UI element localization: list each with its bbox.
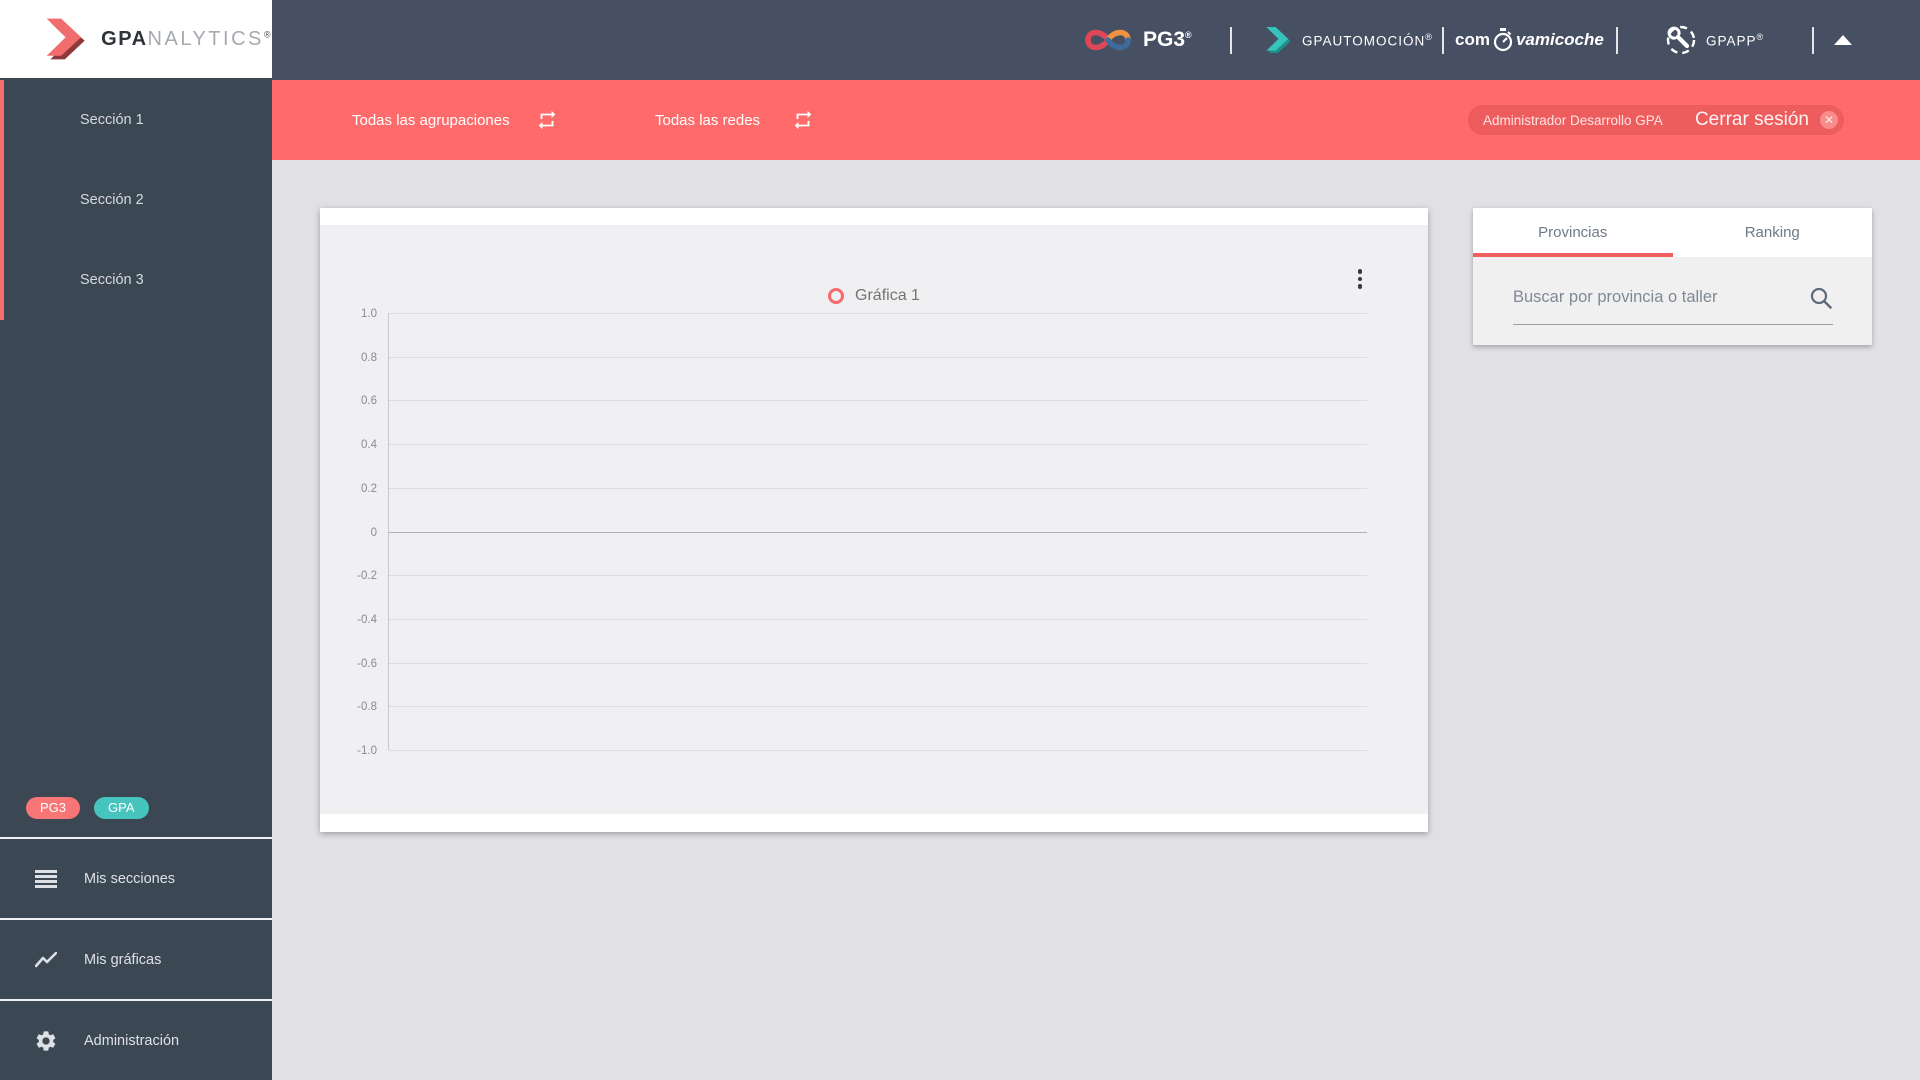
comovamicoche-prefix: com xyxy=(1455,30,1490,49)
y-axis-tick-label: 0 xyxy=(370,526,377,539)
sidebar-item-administracion[interactable]: Administración xyxy=(0,999,272,1080)
gpanalytics-logo-icon xyxy=(46,18,85,60)
menu-item-label: Mis secciones xyxy=(84,870,176,887)
user-session-chip: Administrador Desarrollo GPA Cerrar sesi… xyxy=(1468,105,1844,135)
gridline: -0.6 xyxy=(357,658,1367,670)
sidebar-item-label: Sección 2 xyxy=(80,192,144,208)
legend-label: Gráfica 1 xyxy=(855,287,920,304)
pg3-logo: PG3® xyxy=(1082,0,1192,80)
sidebar-item-label: Sección 3 xyxy=(80,272,144,288)
list-icon xyxy=(34,867,58,891)
gridline: -1.0 xyxy=(357,745,1367,757)
gridline: -0.8 xyxy=(357,701,1367,713)
y-axis-tick-label: -0.2 xyxy=(357,570,377,583)
gpapp-logo: GPAPP® xyxy=(1664,0,1764,80)
sidebar-item-label: Sección 1 xyxy=(80,112,144,128)
chart-plot-area: 1.0 0.8 0.6 0.4 0.2 0 -0.2 -0.4 -0.6 -0.8 -1.0 xyxy=(357,308,1367,757)
menu-item-label: Administración xyxy=(84,1032,180,1049)
pg3-label: PG3® xyxy=(1143,28,1192,51)
sidebar-item-seccion-1[interactable]: Sección 1 xyxy=(0,80,272,160)
pg3-infinity-icon xyxy=(1085,29,1131,51)
topbar-divider xyxy=(1442,27,1444,54)
gpautomocion-logo: GPAUTOMOCIÓN® xyxy=(1264,0,1433,80)
line-chart-icon xyxy=(34,948,58,972)
top-header-bar: PG3® GPAUTOMOCIÓN® com vamicoche GPAPP® xyxy=(272,0,1920,80)
y-axis-tick-label: 0.8 xyxy=(361,351,377,364)
networks-filter[interactable]: Todas las redes xyxy=(655,80,760,160)
gridline: -0.4 xyxy=(357,614,1367,626)
gpautomocion-label: GPAUTOMOCIÓN® xyxy=(1302,31,1433,49)
sidebar-item-mis-graficas[interactable]: Mis gráficas xyxy=(0,918,272,999)
tab-ranking[interactable]: Ranking xyxy=(1673,208,1873,257)
topbar-divider xyxy=(1812,27,1814,54)
sidebar-menu: Mis secciones Mis gráficas Administració… xyxy=(0,837,272,1080)
y-axis-tick-label: 1.0 xyxy=(361,308,377,320)
gpapp-wrench-icon xyxy=(1666,25,1696,55)
search-icon[interactable] xyxy=(1809,286,1833,310)
comovamicoche-logo: com vamicoche xyxy=(1455,0,1604,80)
sidebar: Sección 1 Sección 2 Sección 3 PG3 GPA Mi… xyxy=(0,0,272,1080)
gpapp-label: GPAPP® xyxy=(1706,31,1765,49)
pg3-badge[interactable]: PG3 xyxy=(26,797,81,819)
sidebar-item-seccion-3[interactable]: Sección 3 xyxy=(0,240,272,320)
y-axis-tick-label: 0.2 xyxy=(361,482,377,495)
y-axis-tick-label: 0.6 xyxy=(361,395,377,408)
gear-icon xyxy=(34,1029,58,1053)
menu-item-label: Mis gráficas xyxy=(84,951,162,968)
comovamicoche-suffix: vamicoche xyxy=(1515,30,1604,49)
filter-bar: Todas las agrupaciones Todas las redes A… xyxy=(272,80,1920,160)
badge-row: PG3 GPA xyxy=(26,797,149,819)
chart-legend[interactable]: Gráfica 1 xyxy=(320,282,1428,310)
section-scroll-indicator xyxy=(0,80,4,320)
app-logo: GPANALYTICS® xyxy=(0,0,272,78)
swap-networks-icon[interactable] xyxy=(792,109,814,131)
chart-card: Gráfica 1 1.0 0.8 0.6 0.4 0.2 0 -0.2 -0.4 -0.6 -0… xyxy=(320,208,1428,832)
search-input[interactable] xyxy=(1513,281,1809,307)
stopwatch-icon xyxy=(1493,28,1513,52)
search-field-wrap xyxy=(1513,281,1833,325)
topbar-divider xyxy=(1230,27,1232,54)
gpanalytics-logo-text: GPANALYTICS® xyxy=(101,27,272,50)
swap-groupings-icon[interactable] xyxy=(536,109,558,131)
chevron-up-icon xyxy=(1834,35,1852,45)
panel-tabbar: Provincias Ranking xyxy=(1473,208,1872,257)
chart-menu-button[interactable] xyxy=(1348,266,1372,292)
logout-button[interactable]: Cerrar sesión xyxy=(1695,109,1809,131)
close-session-icon[interactable]: ✕ xyxy=(1820,111,1838,129)
gridline: 0.8 xyxy=(361,352,1367,364)
gridline: 0 xyxy=(371,527,1367,539)
gridline: 1.0 xyxy=(361,308,1367,320)
section-list: Sección 1 Sección 2 Sección 3 xyxy=(0,80,272,320)
user-name-label: Administrador Desarrollo GPA xyxy=(1483,112,1663,128)
sidebar-item-seccion-2[interactable]: Sección 2 xyxy=(0,160,272,240)
gpautomocion-arrow-icon xyxy=(1266,27,1291,53)
y-axis-tick-label: 0.4 xyxy=(361,439,377,452)
collapse-header-button[interactable] xyxy=(1834,0,1852,80)
y-axis-tick-label: -0.4 xyxy=(357,613,377,626)
groupings-filter[interactable]: Todas las agrupaciones xyxy=(352,80,510,160)
sidebar-item-mis-secciones[interactable]: Mis secciones xyxy=(0,837,272,918)
y-axis-tick-label: -0.8 xyxy=(357,701,377,714)
gridline: 0.4 xyxy=(361,439,1367,451)
gridline: 0.6 xyxy=(361,395,1367,407)
y-axis-tick-label: -1.0 xyxy=(357,745,377,757)
gridline: -0.2 xyxy=(357,570,1367,582)
provinces-panel: Provincias Ranking xyxy=(1473,208,1872,345)
tab-provincias[interactable]: Provincias xyxy=(1473,208,1673,257)
y-axis-tick-label: -0.6 xyxy=(357,657,377,670)
gpa-badge[interactable]: GPA xyxy=(94,797,149,819)
gridline: 0.2 xyxy=(361,483,1367,495)
legend-marker-icon xyxy=(828,288,845,304)
topbar-divider xyxy=(1616,27,1618,54)
